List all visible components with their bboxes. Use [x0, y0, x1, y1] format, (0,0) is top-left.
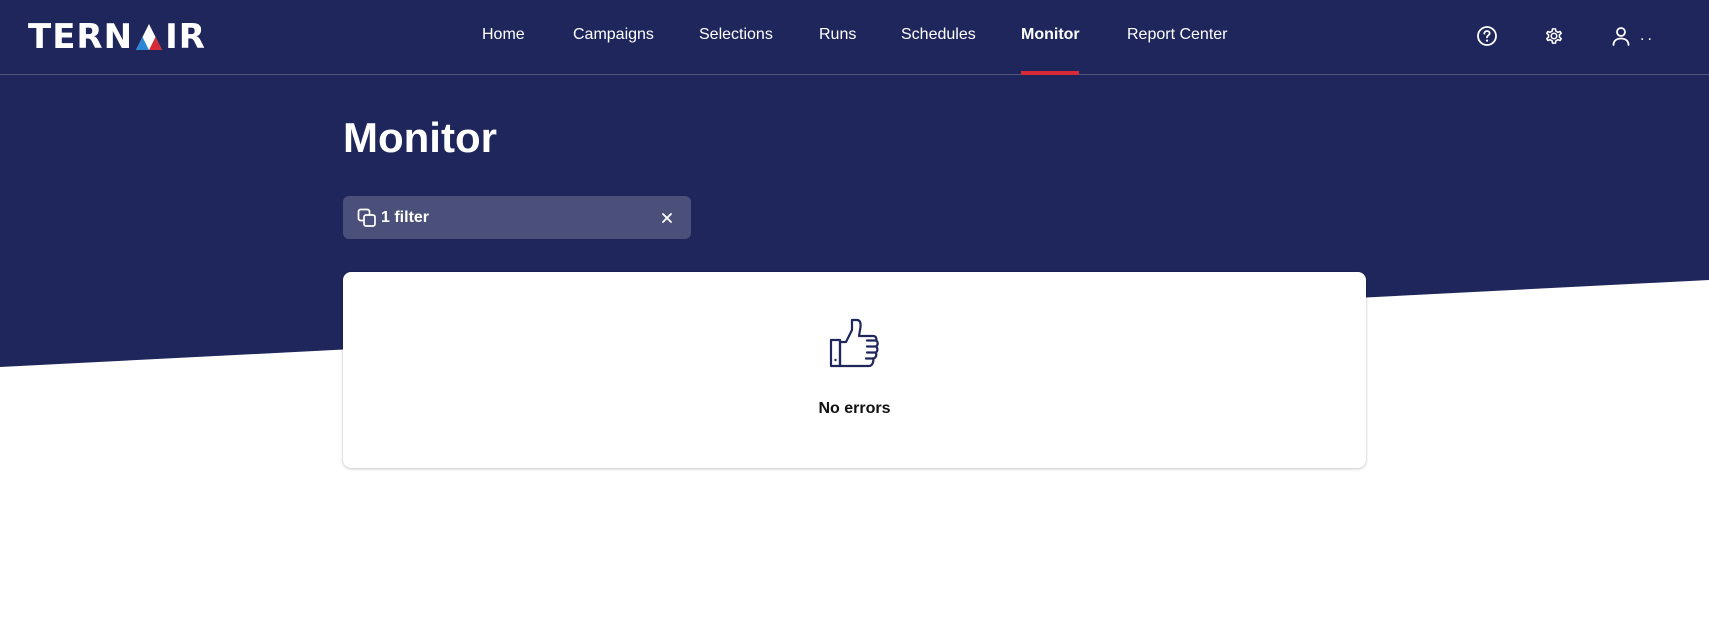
user-name: .. [1640, 27, 1655, 44]
nav-item-runs[interactable]: Runs [819, 26, 856, 44]
nav-item-monitor[interactable]: Monitor [1021, 26, 1080, 44]
app-root: TERN IR Home Campaigns Selections Runs S… [0, 0, 1709, 641]
logo-text-left: TERN [28, 17, 134, 57]
help-button[interactable] [1474, 23, 1500, 49]
ternair-logo[interactable]: TERN IR [28, 20, 206, 54]
page-title: Monitor [343, 114, 497, 161]
question-circle-icon [1477, 26, 1497, 46]
nav-item-selections[interactable]: Selections [699, 26, 773, 44]
active-tab-indicator [1021, 71, 1079, 75]
nav-item-campaigns[interactable]: Campaigns [573, 26, 654, 44]
gear-icon [1545, 28, 1563, 44]
top-navigation-bar: TERN IR Home Campaigns Selections Runs S… [0, 0, 1709, 75]
logo-text-right: IR [165, 17, 206, 57]
copy-icon [357, 208, 377, 228]
settings-button[interactable] [1541, 23, 1567, 49]
monitor-results-card: No errors [343, 272, 1366, 468]
logo-triangle-icon [136, 24, 163, 50]
nav-item-home[interactable]: Home [482, 26, 525, 44]
filter-chip[interactable]: 1 filter [343, 196, 691, 239]
close-icon[interactable] [657, 208, 677, 228]
filter-chip-label: 1 filter [381, 208, 430, 226]
nav-item-report-center[interactable]: Report Center [1127, 26, 1228, 44]
thumbs-up-icon [829, 318, 879, 368]
nav-item-schedules[interactable]: Schedules [901, 26, 976, 44]
user-menu[interactable]: .. [1610, 23, 1655, 49]
user-icon [1612, 27, 1630, 46]
empty-state-message: No errors [818, 400, 891, 417]
